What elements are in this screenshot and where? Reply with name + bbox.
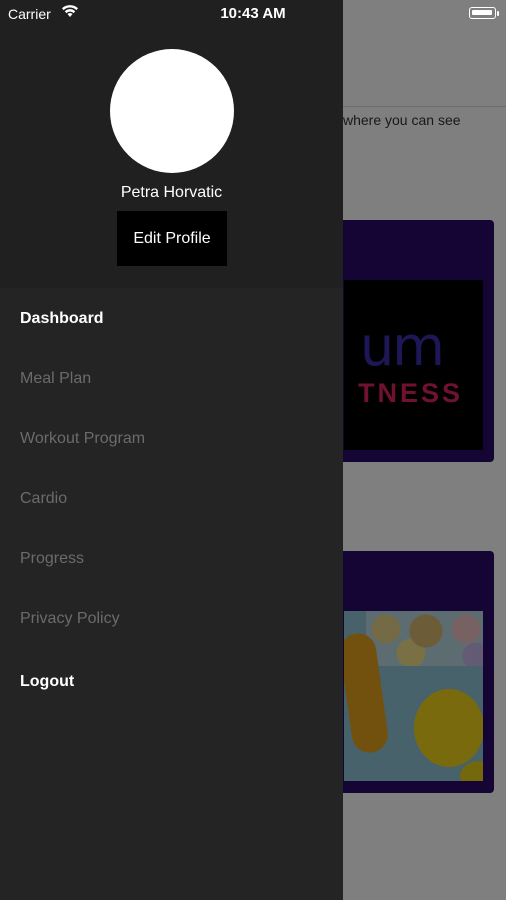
nav-item-privacy-policy[interactable]: Privacy Policy — [20, 609, 320, 629]
nav-item-dashboard[interactable]: Dashboard — [20, 309, 320, 329]
edit-profile-button[interactable]: Edit Profile — [117, 211, 227, 266]
navigation-drawer: Petra Horvatic Edit Profile Dashboard Me… — [0, 0, 343, 900]
user-name: Petra Horvatic — [120, 184, 223, 201]
nav-item-logout[interactable]: Logout — [20, 672, 320, 692]
clock: 10:43 AM — [220, 5, 286, 22]
nav-item-cardio[interactable]: Cardio — [20, 489, 320, 509]
nav-item-progress[interactable]: Progress — [20, 549, 320, 569]
battery-icon — [469, 7, 499, 19]
status-bar: Carrier 10:43 AM — [0, 0, 506, 28]
nav-item-meal-plan[interactable]: Meal Plan — [20, 369, 320, 389]
profile-header: Petra Horvatic Edit Profile — [0, 0, 343, 288]
nav-item-workout-program[interactable]: Workout Program — [20, 429, 320, 449]
avatar[interactable] — [110, 49, 234, 173]
